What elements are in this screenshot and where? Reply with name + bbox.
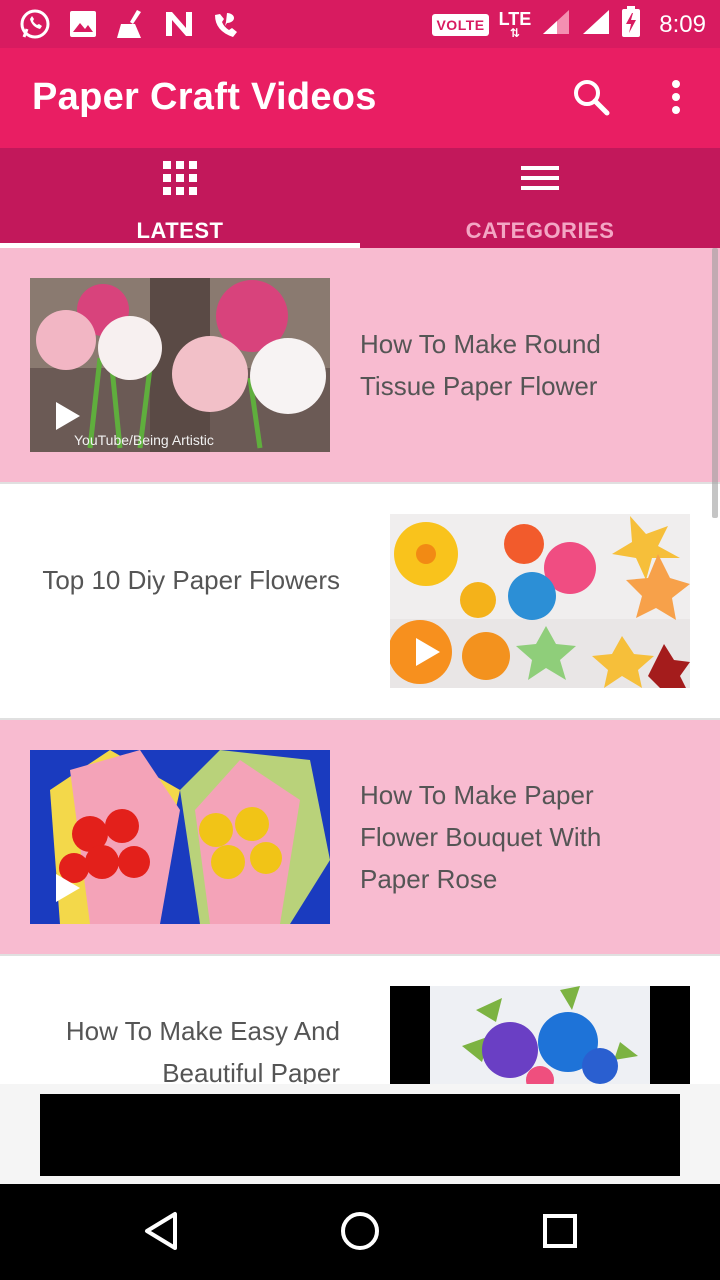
back-button[interactable] [136,1208,186,1258]
navigation-bar [0,1184,720,1280]
image-icon [66,8,100,40]
scrollbar[interactable] [712,248,718,518]
video-title[interactable]: How To Make Round Tissue Paper Flower [360,323,660,407]
video-title[interactable]: Top 10 Diy Paper Flowers [40,559,340,601]
home-button[interactable] [335,1208,385,1258]
ad-banner[interactable] [40,1094,680,1176]
status-bar: VOLTE LTE ⇅ 8:09 [0,0,720,48]
video-item[interactable]: Top 10 Diy Paper Flowers [0,484,720,718]
signal-icon-1 [541,8,571,41]
video-thumbnail[interactable]: YouTube/Being Artistic [30,278,330,452]
cleaner-icon [114,8,148,40]
video-item[interactable]: How To Make Paper Flower Bouquet With Pa… [0,720,720,954]
tab-latest-label: LATEST [136,218,224,243]
whatsapp-icon [18,8,52,40]
video-title[interactable]: How To Make Paper Flower Bouquet With Pa… [360,774,660,900]
ad-area [0,1084,720,1184]
clock: 8:09 [659,10,706,38]
home-circle-icon [340,1211,380,1256]
search-icon [572,78,610,121]
n-icon [162,8,196,40]
more-options-button[interactable] [652,74,700,124]
recents-square-icon [542,1213,578,1254]
video-list[interactable]: YouTube/Being Artistic How To Make Round… [0,248,720,1084]
video-title[interactable]: How To Make Easy And Beautiful Paper [40,1010,340,1084]
grid-icon [160,158,200,198]
tab-categories-label: CATEGORIES [465,218,615,243]
search-button[interactable] [566,74,616,124]
back-triangle-icon [143,1211,179,1256]
tab-categories[interactable]: CATEGORIES [360,148,720,248]
video-thumbnail[interactable] [30,750,330,924]
video-thumbnail[interactable] [390,986,690,1084]
thumbnail-watermark: YouTube/Being Artistic [74,432,214,448]
app-bar: Paper Craft Videos [0,48,720,148]
tab-latest[interactable]: LATEST [0,148,360,248]
recents-button[interactable] [535,1208,585,1258]
tab-bar: LATEST CATEGORIES [0,148,720,248]
volte-badge: VOLTE [432,13,489,36]
more-vert-icon [670,79,682,120]
missed-call-icon [210,8,244,40]
app-title: Paper Craft Videos [32,76,377,118]
video-item[interactable]: YouTube/Being Artistic How To Make Round… [0,248,720,482]
battery-icon [621,6,641,43]
list-icon [520,158,560,198]
video-thumbnail[interactable] [390,514,690,688]
video-item[interactable]: How To Make Easy And Beautiful Paper [0,956,720,1084]
signal-icon-2 [581,8,611,41]
network-indicator: LTE ⇅ [498,8,532,40]
